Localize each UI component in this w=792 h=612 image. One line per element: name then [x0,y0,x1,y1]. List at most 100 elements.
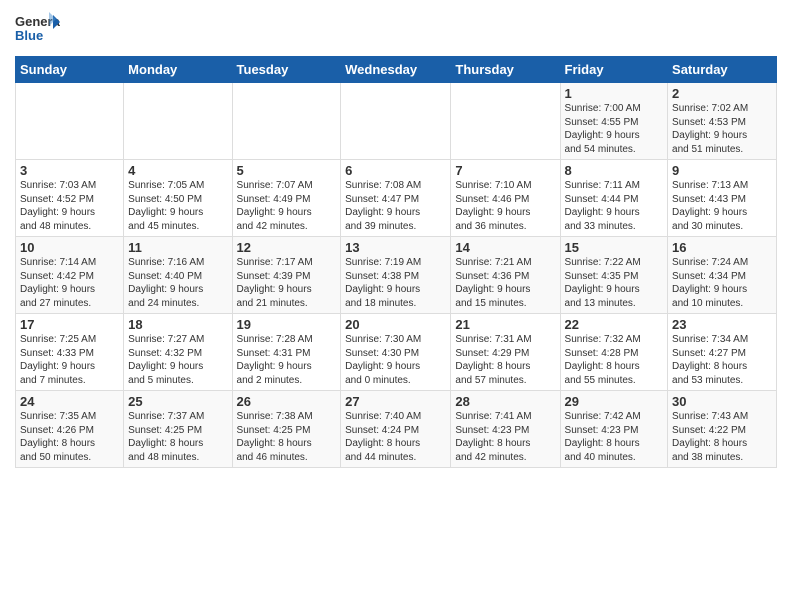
day-info: Sunrise: 7:32 AM Sunset: 4:28 PM Dayligh… [565,333,664,387]
calendar-day-cell: 25Sunrise: 7:37 AM Sunset: 4:25 PM Dayli… [124,391,232,468]
weekday-header: Saturday [668,57,777,83]
calendar-table: SundayMondayTuesdayWednesdayThursdayFrid… [15,56,777,468]
day-number: 20 [345,317,446,332]
day-number: 22 [565,317,664,332]
day-number: 9 [672,163,772,178]
calendar-week-row: 10Sunrise: 7:14 AM Sunset: 4:42 PM Dayli… [16,237,777,314]
calendar-day-cell [124,83,232,160]
svg-text:Blue: Blue [15,28,43,43]
calendar-day-cell: 30Sunrise: 7:43 AM Sunset: 4:22 PM Dayli… [668,391,777,468]
day-info: Sunrise: 7:38 AM Sunset: 4:25 PM Dayligh… [237,410,337,464]
calendar-day-cell: 9Sunrise: 7:13 AM Sunset: 4:43 PM Daylig… [668,160,777,237]
calendar-day-cell: 15Sunrise: 7:22 AM Sunset: 4:35 PM Dayli… [560,237,668,314]
day-info: Sunrise: 7:16 AM Sunset: 4:40 PM Dayligh… [128,256,227,310]
day-info: Sunrise: 7:03 AM Sunset: 4:52 PM Dayligh… [20,179,119,233]
day-number: 27 [345,394,446,409]
day-info: Sunrise: 7:02 AM Sunset: 4:53 PM Dayligh… [672,102,772,156]
day-number: 16 [672,240,772,255]
calendar-day-cell: 29Sunrise: 7:42 AM Sunset: 4:23 PM Dayli… [560,391,668,468]
day-info: Sunrise: 7:00 AM Sunset: 4:55 PM Dayligh… [565,102,664,156]
calendar-week-row: 3Sunrise: 7:03 AM Sunset: 4:52 PM Daylig… [16,160,777,237]
calendar-day-cell: 10Sunrise: 7:14 AM Sunset: 4:42 PM Dayli… [16,237,124,314]
day-number: 1 [565,86,664,101]
page-header: General Blue [15,10,777,48]
day-info: Sunrise: 7:28 AM Sunset: 4:31 PM Dayligh… [237,333,337,387]
day-number: 2 [672,86,772,101]
calendar-day-cell: 23Sunrise: 7:34 AM Sunset: 4:27 PM Dayli… [668,314,777,391]
day-info: Sunrise: 7:22 AM Sunset: 4:35 PM Dayligh… [565,256,664,310]
weekday-header: Monday [124,57,232,83]
calendar-day-cell: 6Sunrise: 7:08 AM Sunset: 4:47 PM Daylig… [341,160,451,237]
day-info: Sunrise: 7:17 AM Sunset: 4:39 PM Dayligh… [237,256,337,310]
calendar-week-row: 17Sunrise: 7:25 AM Sunset: 4:33 PM Dayli… [16,314,777,391]
weekday-header: Wednesday [341,57,451,83]
logo-svg: General Blue [15,10,60,48]
logo: General Blue [15,10,60,48]
calendar-day-cell: 11Sunrise: 7:16 AM Sunset: 4:40 PM Dayli… [124,237,232,314]
calendar-day-cell: 26Sunrise: 7:38 AM Sunset: 4:25 PM Dayli… [232,391,341,468]
day-info: Sunrise: 7:13 AM Sunset: 4:43 PM Dayligh… [672,179,772,233]
day-number: 25 [128,394,227,409]
calendar-day-cell: 8Sunrise: 7:11 AM Sunset: 4:44 PM Daylig… [560,160,668,237]
day-number: 24 [20,394,119,409]
calendar-day-cell: 21Sunrise: 7:31 AM Sunset: 4:29 PM Dayli… [451,314,560,391]
day-info: Sunrise: 7:40 AM Sunset: 4:24 PM Dayligh… [345,410,446,464]
day-info: Sunrise: 7:10 AM Sunset: 4:46 PM Dayligh… [455,179,555,233]
day-number: 13 [345,240,446,255]
day-number: 8 [565,163,664,178]
day-number: 10 [20,240,119,255]
day-number: 3 [20,163,119,178]
day-info: Sunrise: 7:27 AM Sunset: 4:32 PM Dayligh… [128,333,227,387]
calendar-day-cell: 2Sunrise: 7:02 AM Sunset: 4:53 PM Daylig… [668,83,777,160]
day-number: 15 [565,240,664,255]
calendar-header-row: SundayMondayTuesdayWednesdayThursdayFrid… [16,57,777,83]
calendar-day-cell: 13Sunrise: 7:19 AM Sunset: 4:38 PM Dayli… [341,237,451,314]
day-number: 26 [237,394,337,409]
day-info: Sunrise: 7:11 AM Sunset: 4:44 PM Dayligh… [565,179,664,233]
calendar-day-cell: 7Sunrise: 7:10 AM Sunset: 4:46 PM Daylig… [451,160,560,237]
day-info: Sunrise: 7:14 AM Sunset: 4:42 PM Dayligh… [20,256,119,310]
day-number: 14 [455,240,555,255]
calendar-day-cell: 20Sunrise: 7:30 AM Sunset: 4:30 PM Dayli… [341,314,451,391]
day-number: 4 [128,163,227,178]
calendar-day-cell [451,83,560,160]
day-info: Sunrise: 7:37 AM Sunset: 4:25 PM Dayligh… [128,410,227,464]
day-number: 28 [455,394,555,409]
weekday-header: Friday [560,57,668,83]
day-info: Sunrise: 7:30 AM Sunset: 4:30 PM Dayligh… [345,333,446,387]
day-info: Sunrise: 7:31 AM Sunset: 4:29 PM Dayligh… [455,333,555,387]
calendar-day-cell: 16Sunrise: 7:24 AM Sunset: 4:34 PM Dayli… [668,237,777,314]
calendar-day-cell: 22Sunrise: 7:32 AM Sunset: 4:28 PM Dayli… [560,314,668,391]
calendar-day-cell: 19Sunrise: 7:28 AM Sunset: 4:31 PM Dayli… [232,314,341,391]
weekday-header: Thursday [451,57,560,83]
calendar-day-cell: 28Sunrise: 7:41 AM Sunset: 4:23 PM Dayli… [451,391,560,468]
calendar-week-row: 24Sunrise: 7:35 AM Sunset: 4:26 PM Dayli… [16,391,777,468]
calendar-week-row: 1Sunrise: 7:00 AM Sunset: 4:55 PM Daylig… [16,83,777,160]
day-number: 7 [455,163,555,178]
day-info: Sunrise: 7:35 AM Sunset: 4:26 PM Dayligh… [20,410,119,464]
day-number: 6 [345,163,446,178]
day-number: 12 [237,240,337,255]
calendar-day-cell: 3Sunrise: 7:03 AM Sunset: 4:52 PM Daylig… [16,160,124,237]
day-number: 23 [672,317,772,332]
day-number: 19 [237,317,337,332]
day-info: Sunrise: 7:19 AM Sunset: 4:38 PM Dayligh… [345,256,446,310]
calendar-day-cell: 4Sunrise: 7:05 AM Sunset: 4:50 PM Daylig… [124,160,232,237]
calendar-day-cell [16,83,124,160]
day-number: 29 [565,394,664,409]
day-number: 5 [237,163,337,178]
day-info: Sunrise: 7:41 AM Sunset: 4:23 PM Dayligh… [455,410,555,464]
day-number: 18 [128,317,227,332]
day-info: Sunrise: 7:08 AM Sunset: 4:47 PM Dayligh… [345,179,446,233]
day-number: 11 [128,240,227,255]
day-info: Sunrise: 7:42 AM Sunset: 4:23 PM Dayligh… [565,410,664,464]
weekday-header: Tuesday [232,57,341,83]
day-info: Sunrise: 7:05 AM Sunset: 4:50 PM Dayligh… [128,179,227,233]
day-info: Sunrise: 7:21 AM Sunset: 4:36 PM Dayligh… [455,256,555,310]
calendar-day-cell: 27Sunrise: 7:40 AM Sunset: 4:24 PM Dayli… [341,391,451,468]
day-info: Sunrise: 7:07 AM Sunset: 4:49 PM Dayligh… [237,179,337,233]
day-number: 17 [20,317,119,332]
day-info: Sunrise: 7:34 AM Sunset: 4:27 PM Dayligh… [672,333,772,387]
calendar-day-cell [232,83,341,160]
page-container: General Blue SundayMondayTuesdayWednesda… [0,0,792,478]
